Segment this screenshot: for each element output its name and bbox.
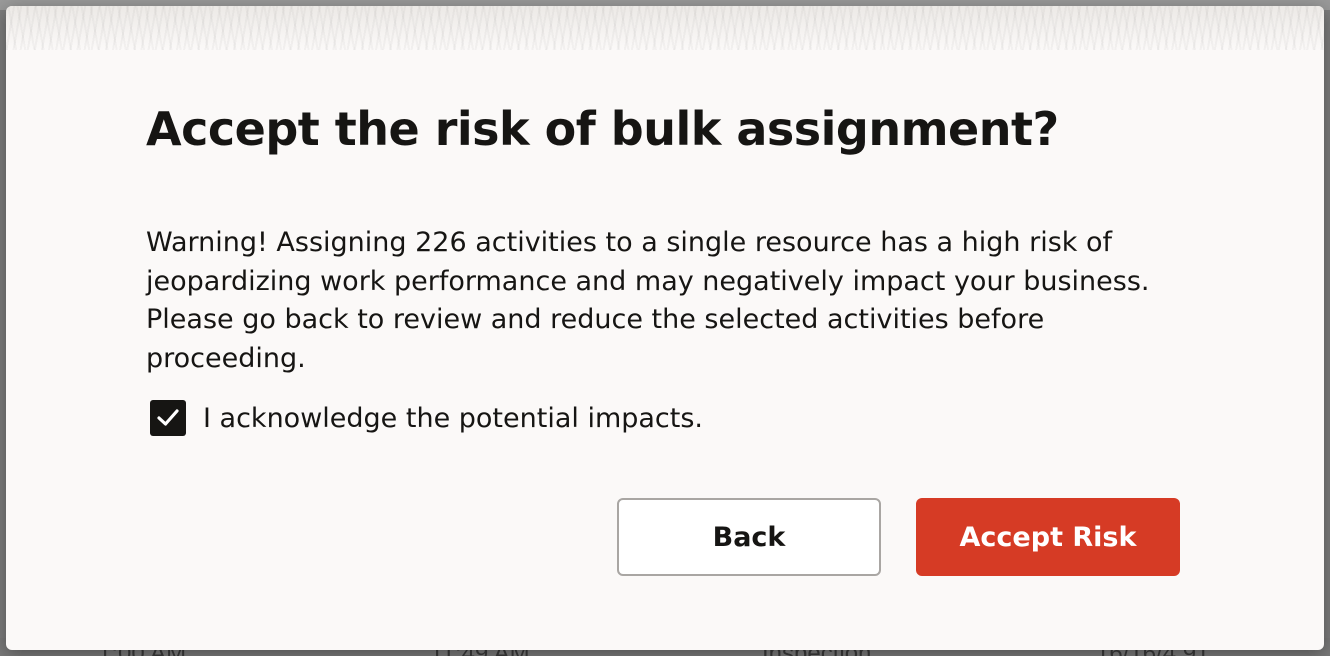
checkmark-icon — [156, 408, 180, 428]
acknowledge-row: I acknowledge the potential impacts. — [150, 400, 703, 436]
warning-message: Warning! Assigning 226 activities to a s… — [146, 227, 1150, 374]
dialog-title: Accept the risk of bulk assignment? — [146, 102, 1059, 156]
back-button[interactable]: Back — [617, 498, 881, 576]
acknowledge-checkbox[interactable] — [150, 400, 186, 436]
acknowledge-label[interactable]: I acknowledge the potential impacts. — [203, 403, 703, 434]
bulk-assignment-risk-dialog: Accept the risk of bulk assignment? Warn… — [6, 6, 1324, 650]
dialog-header-texture — [6, 6, 1324, 50]
accept-risk-button[interactable]: Accept Risk — [916, 498, 1180, 576]
